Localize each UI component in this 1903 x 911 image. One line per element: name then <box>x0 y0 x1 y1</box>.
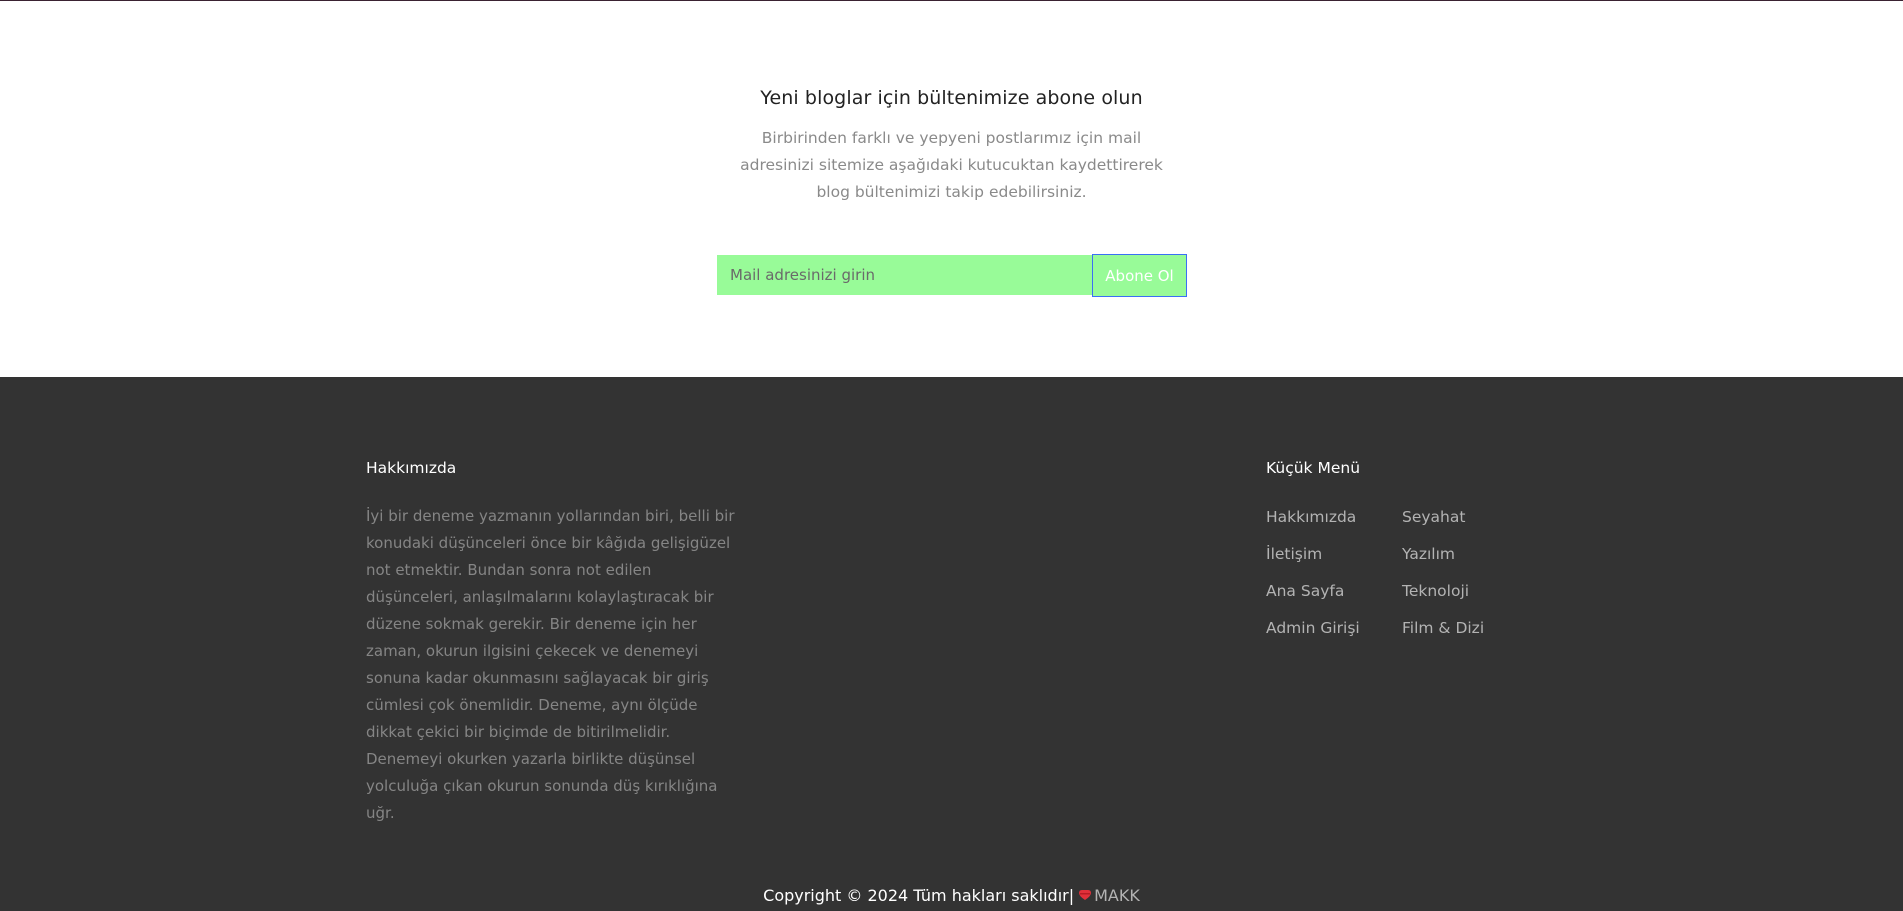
copyright-text: Copyright © 2024 Tüm hakları saklıdır| <box>763 886 1075 905</box>
newsletter-title: Yeni bloglar için bültenimize abone olun <box>760 87 1143 109</box>
heart-icon <box>1078 885 1092 904</box>
footer: Hakkımızda İyi bir deneme yazmanın yolla… <box>0 377 1903 911</box>
menu-link-hakkimizda[interactable]: Hakkımızda <box>1266 508 1356 526</box>
menu-link-admin-girisi[interactable]: Admin Girişi <box>1266 619 1360 637</box>
menu-link-yazilim[interactable]: Yazılım <box>1402 545 1455 563</box>
menu-link-iletisim[interactable]: İletişim <box>1266 545 1322 563</box>
menu-link-film-dizi[interactable]: Film & Dizi <box>1402 619 1484 637</box>
menu-link-ana-sayfa[interactable]: Ana Sayfa <box>1266 582 1344 600</box>
menu-title: Küçük Menü <box>1266 459 1361 477</box>
email-input[interactable] <box>717 255 1092 295</box>
menu-link-seyahat[interactable]: Seyahat <box>1402 508 1465 526</box>
newsletter-description: Birbirinden farklı ve yepyeni postlarımı… <box>740 129 1163 201</box>
about-title: Hakkımızda <box>366 459 457 477</box>
copyright: Copyright © 2024 Tüm hakları saklıdır| MA… <box>0 886 1903 906</box>
newsletter-section: Yeni bloglar için bültenimize abone olun… <box>0 1 1903 377</box>
newsletter-form: Abone Ol <box>717 254 1187 297</box>
menu-link-teknoloji[interactable]: Teknoloji <box>1402 582 1469 600</box>
author-link[interactable]: MAKK <box>1094 886 1140 905</box>
subscribe-button[interactable]: Abone Ol <box>1092 254 1187 297</box>
about-text: İyi bir deneme yazmanın yollarından biri… <box>366 507 735 822</box>
